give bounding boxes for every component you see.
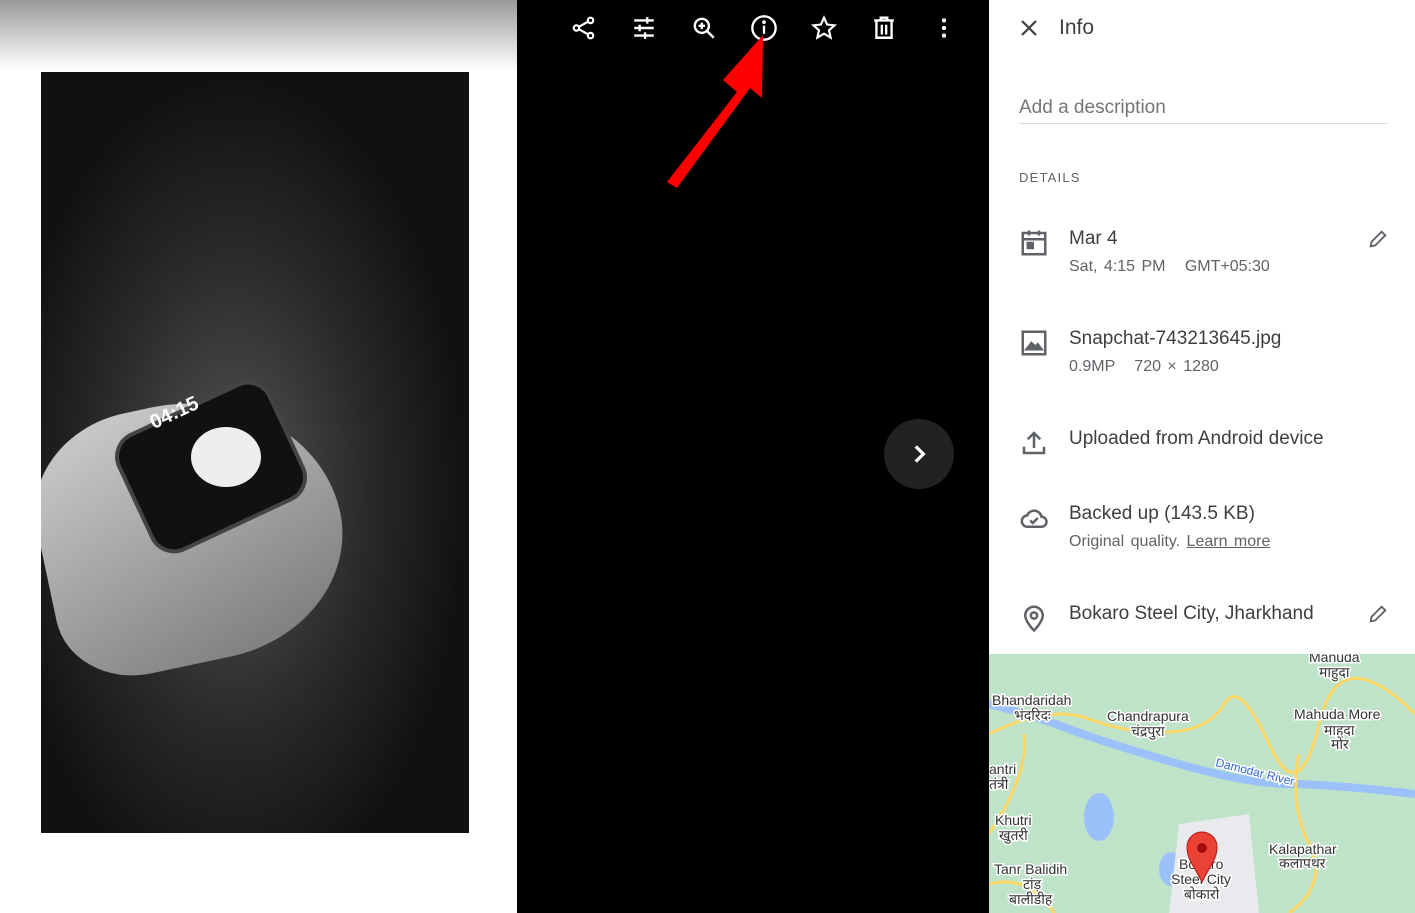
file-dimensions: 0.9MP 720 × 1280 <box>1069 358 1219 375</box>
backup-quality: Original quality. <box>1069 533 1181 550</box>
map-label: Khutri <box>995 812 1032 828</box>
info-panel: Info DETAILS Mar 4 Sat, 4:15 PM GMT+05:30… <box>989 0 1415 913</box>
map-label: बोकारो <box>1184 886 1220 902</box>
map-label: antri <box>989 761 1016 777</box>
share-icon <box>572 16 595 40</box>
chevron-right-icon <box>914 445 926 463</box>
upload-icon <box>1022 431 1046 455</box>
edit-button[interactable] <box>628 12 660 44</box>
image-icon <box>1021 330 1047 356</box>
trash-icon <box>874 16 894 39</box>
upload-source: Uploaded from Android device <box>1069 428 1324 449</box>
map-label: Chandrapura <box>1107 708 1189 724</box>
learn-more-link[interactable]: Learn more <box>1187 533 1271 550</box>
backup-status: Backed up (143.5 KB) <box>1069 503 1255 524</box>
map-label: बालीडीह <box>1009 891 1053 907</box>
viewer-area <box>517 0 989 913</box>
star-icon <box>811 15 837 40</box>
more-vertical-icon <box>941 18 947 38</box>
calendar-icon <box>1021 230 1047 256</box>
map-label: Tanr Balidih <box>994 861 1067 877</box>
favorite-button[interactable] <box>808 12 840 44</box>
map-label: Bhandaridah <box>992 692 1071 708</box>
date-row: Mar 4 Sat, 4:15 PM GMT+05:30 <box>1019 228 1389 276</box>
file-row: Snapchat-743213645.jpg 0.9MP 720 × 1280 <box>1019 328 1281 376</box>
map-label: माहुदा <box>1319 664 1350 682</box>
map-label: चंद्रपुरा <box>1131 723 1165 740</box>
map-lake <box>1084 793 1114 841</box>
edit-date-button[interactable] <box>1367 228 1389 250</box>
map-label: टांड़ <box>1023 876 1042 892</box>
photo-pane: 04:15 <box>0 0 517 913</box>
details-heading: DETAILS <box>1019 170 1081 185</box>
cloud-done-icon <box>1020 509 1048 528</box>
map-label: खुतरी <box>999 827 1028 844</box>
location-pin-icon <box>1023 605 1045 633</box>
annotation-arrow <box>667 35 763 188</box>
description-input[interactable] <box>1019 92 1387 124</box>
location-map[interactable]: Manuda माहुदा Bhandaridah भंदरिदः Chandr… <box>989 654 1415 913</box>
map-label: Mahuda More <box>1294 706 1381 722</box>
more-options-button[interactable] <box>928 12 960 44</box>
map-label: कलापथर <box>1279 855 1326 871</box>
close-info-button[interactable] <box>1017 16 1041 45</box>
file-name: Snapchat-743213645.jpg <box>1069 328 1282 349</box>
location-name: Bokaro Steel City, Jharkhand <box>1069 603 1314 624</box>
map-label: तंत्री <box>989 776 1009 792</box>
edit-adjust-icon <box>634 17 654 39</box>
date-subtitle: Sat, 4:15 PM GMT+05:30 <box>1069 258 1270 275</box>
map-label: मोर <box>1331 736 1349 752</box>
close-icon <box>1021 20 1037 36</box>
location-row: Bokaro Steel City, Jharkhand <box>1019 603 1389 633</box>
next-photo-button[interactable] <box>884 419 954 489</box>
edit-location-button[interactable] <box>1367 603 1389 625</box>
delete-button[interactable] <box>868 12 900 44</box>
photo-watch-face <box>191 427 261 487</box>
date-title: Mar 4 <box>1069 228 1118 249</box>
info-title: Info <box>1059 16 1095 39</box>
backup-row: Backed up (143.5 KB) Original quality. Le… <box>1019 503 1270 551</box>
upload-row: Uploaded from Android device <box>1019 428 1324 458</box>
share-button[interactable] <box>568 12 600 44</box>
map-label: भंदरिदः <box>1014 707 1052 723</box>
photo: 04:15 <box>41 72 469 833</box>
